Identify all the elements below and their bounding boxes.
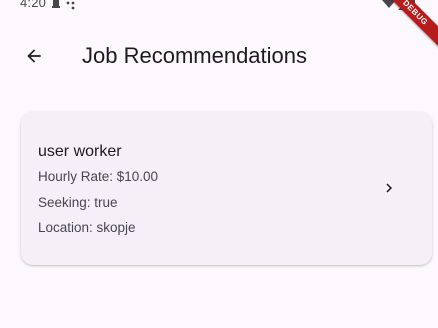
location: Location: skopje [38, 220, 136, 235]
status-time: 4:20 [20, 0, 47, 10]
data-sync-icon [66, 1, 75, 10]
arrow-left-icon [27, 49, 41, 63]
notification-icon [52, 0, 60, 8]
page-title: Job Recommendations [82, 43, 308, 68]
back-button[interactable] [14, 36, 54, 76]
chevron-right-icon [386, 183, 392, 193]
hourly-rate: Hourly Rate: $10.00 [38, 169, 159, 184]
seeking-status: Seeking: true [38, 195, 118, 210]
app-bar: Job Recommendations [0, 28, 438, 84]
status-bar: 4:20 [0, 0, 438, 14]
worker-name: user worker [38, 143, 122, 160]
recommendation-card[interactable]: user worker Hourly Rate: $10.00 Seeking:… [21, 112, 432, 265]
